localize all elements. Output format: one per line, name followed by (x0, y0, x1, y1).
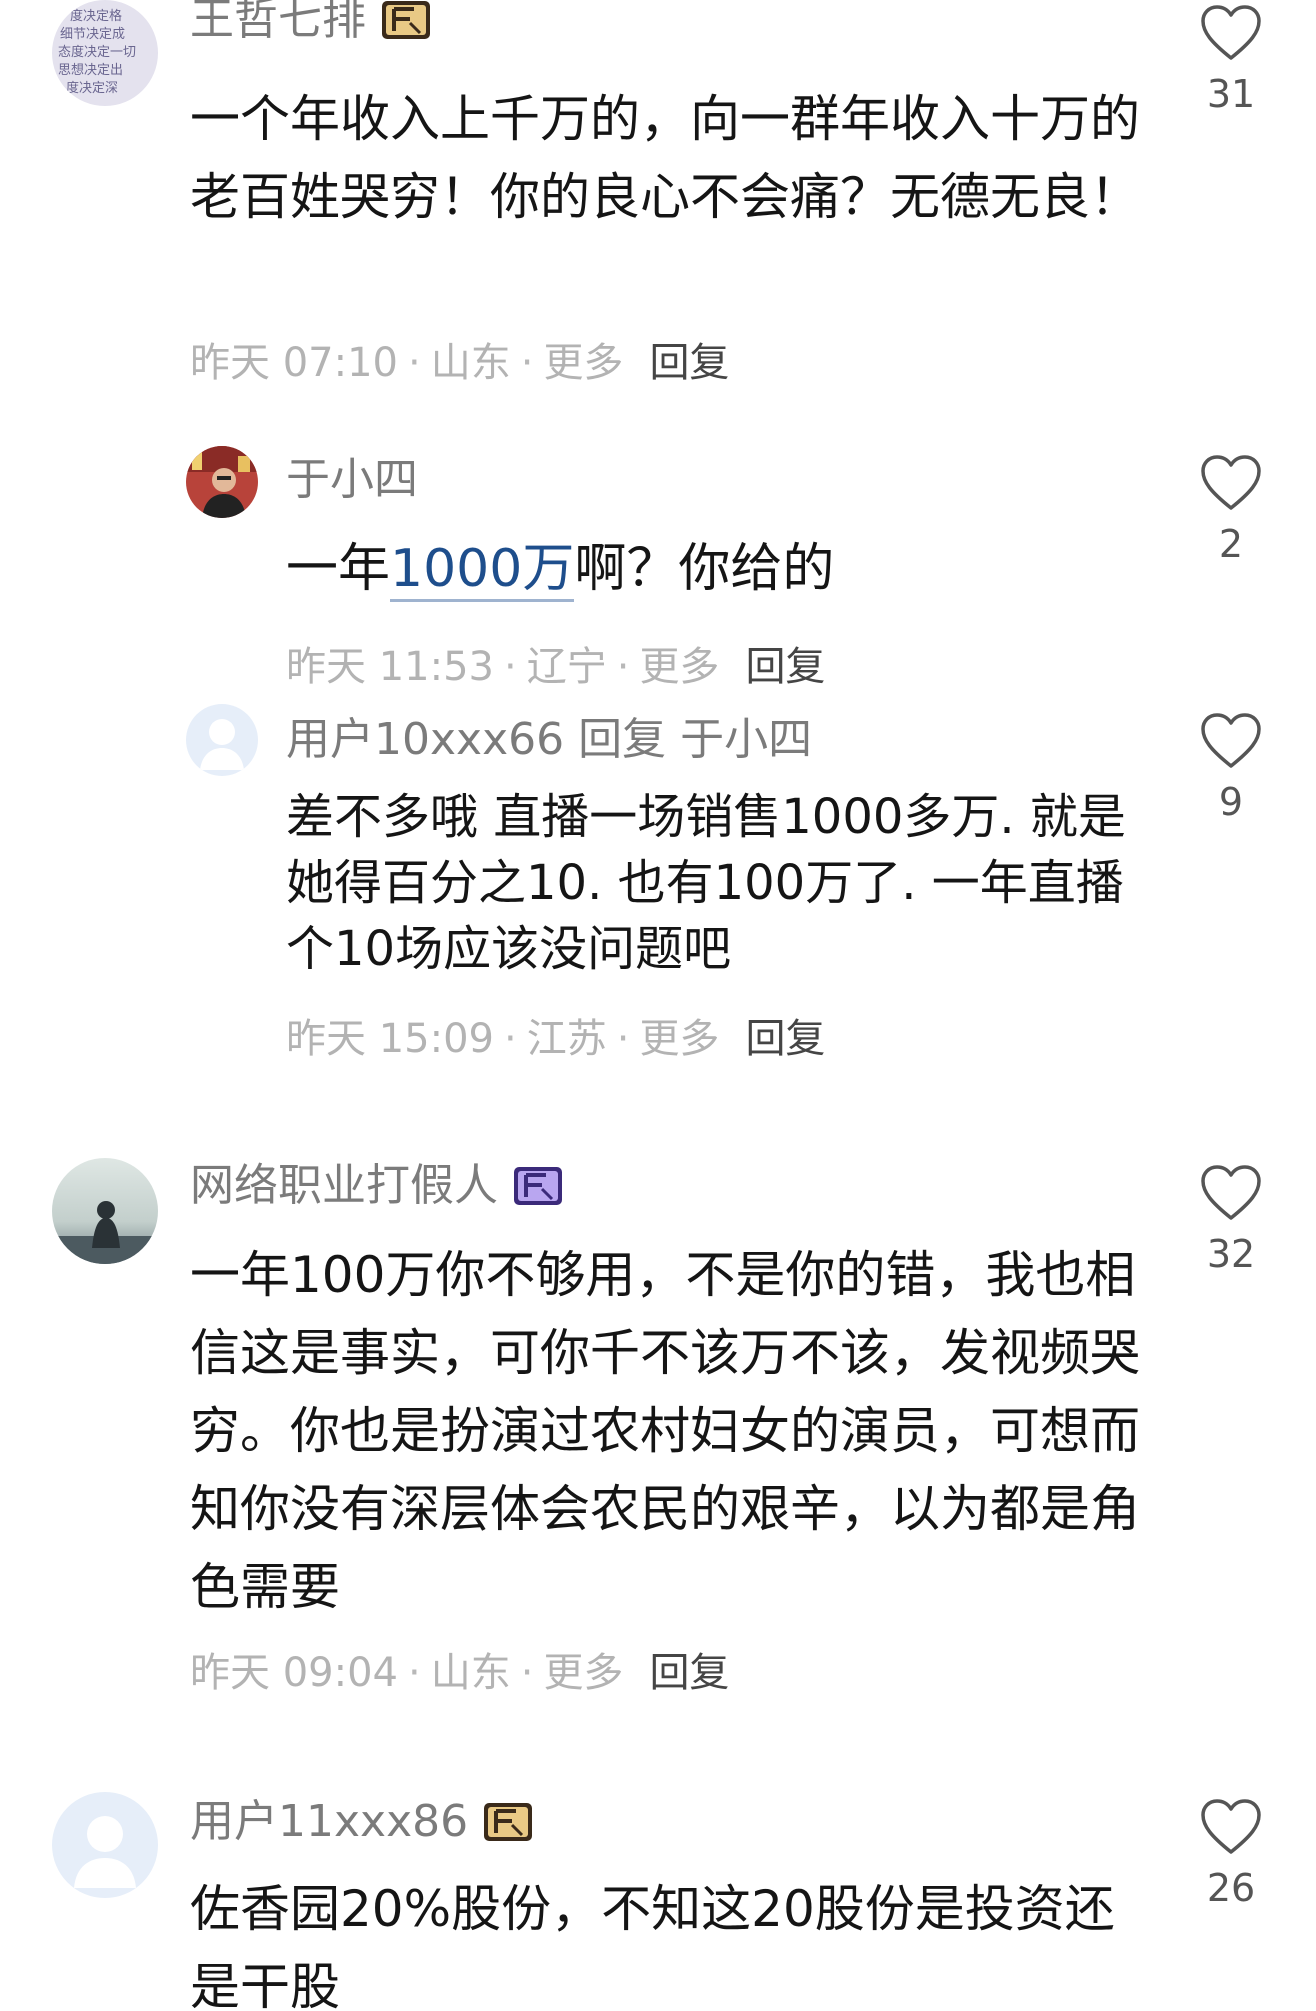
svg-text:度决定深: 度决定深 (66, 80, 118, 96)
username[interactable]: 王哲七排 (190, 0, 366, 48)
like-button[interactable]: 31 (1171, 4, 1291, 118)
heart-outline-icon (1201, 1165, 1261, 1220)
comment-text: 佐香园20%股份，不知这20股份是投资还是干股 (190, 1880, 1115, 2011)
comment-meta: 昨天 09:04 · 山东 · 更多 回复 (190, 1646, 729, 1700)
comment-meta: 昨天 07:10 · 山东 · 更多 回复 (190, 336, 729, 390)
comment-time: 昨天 07:10 (190, 340, 398, 386)
comment-location: 山东 (430, 1650, 511, 1696)
like-button[interactable]: 32 (1171, 1164, 1291, 1278)
svg-text:度决定格: 度决定格 (70, 8, 122, 24)
avatar[interactable]: 度决定格 细节决定成 态度决定一切 思想决定出 度决定深 (52, 0, 158, 106)
username[interactable]: 网络职业打假人 (190, 1158, 498, 1214)
separator: · (616, 1016, 630, 1062)
reply-meta: 昨天 15:09 · 江苏 · 更多 回复 (286, 1012, 825, 1066)
heart-outline-icon (1201, 455, 1261, 510)
reply-target-username[interactable]: 于小四 (680, 712, 812, 768)
like-count: 31 (1206, 72, 1256, 116)
amount-link[interactable]: 1000万 (390, 539, 575, 602)
reply-meta: 昨天 11:53 · 辽宁 · 更多 回复 (286, 640, 825, 694)
separator: · (616, 644, 630, 690)
heart-outline-icon (1201, 1799, 1261, 1854)
reply-to-label: 回复 (578, 714, 667, 765)
heart-outline-icon (1201, 5, 1261, 60)
like-count: 26 (1206, 1866, 1256, 1910)
separator: · (520, 1650, 534, 1696)
more-button[interactable]: 更多 (543, 1646, 623, 1700)
scroll-badge-icon (380, 0, 432, 43)
separator: · (408, 1650, 421, 1696)
separator: · (504, 644, 517, 690)
reply-button[interactable]: 回复 (745, 1012, 825, 1066)
like-button[interactable]: 26 (1171, 1798, 1291, 1912)
more-button[interactable]: 更多 (543, 336, 623, 390)
svg-text:思想决定出: 思想决定出 (58, 62, 123, 78)
scroll-badge-icon (482, 1799, 534, 1845)
separator: · (408, 340, 421, 386)
more-button[interactable]: 更多 (639, 640, 719, 694)
comment-time: 昨天 09:04 (190, 1650, 398, 1696)
reply-text-after: 啊？你给的 (574, 539, 835, 599)
comment-location: 山东 (430, 340, 511, 386)
separator: · (504, 1016, 517, 1062)
like-count: 32 (1206, 1232, 1256, 1276)
like-button[interactable]: 9 (1171, 712, 1291, 826)
svg-text:细节决定成: 细节决定成 (60, 27, 125, 42)
reply-time: 昨天 11:53 (286, 644, 494, 690)
reply-text: 差不多哦 直播一场销售1000多万. 就是她得百分之10. 也有100万了. 一… (286, 789, 1126, 977)
reply-location: 辽宁 (526, 644, 607, 690)
avatar[interactable] (186, 704, 258, 776)
avatar[interactable] (186, 446, 258, 518)
reply-location: 江苏 (526, 1016, 607, 1062)
more-button[interactable]: 更多 (639, 1012, 719, 1066)
svg-text:态度决定一切: 态度决定一切 (58, 44, 136, 60)
username[interactable]: 于小四 (286, 452, 418, 508)
like-count: 9 (1218, 780, 1244, 824)
reply-text: 一年1000万啊？你给的 (286, 534, 1166, 604)
comment-text: 一个年收入上千万的，向一群年收入十万的老百姓哭穷！你的良心不会痛？无德无良！ (190, 90, 1140, 226)
reply-button[interactable]: 回复 (745, 640, 825, 694)
separator: · (520, 340, 534, 386)
comment-text: 一年100万你不够用，不是你的错，我也相信这是事实，可你千不该万不该，发视频哭穷… (190, 1246, 1140, 1616)
reply-text-before: 一年 (286, 539, 391, 599)
avatar[interactable] (52, 1158, 158, 1264)
like-button[interactable]: 2 (1171, 454, 1291, 568)
reply-time: 昨天 15:09 (286, 1016, 494, 1062)
username[interactable]: 用户10xxx66 (286, 712, 564, 768)
avatar[interactable] (52, 1792, 158, 1898)
reply-button[interactable]: 回复 (649, 1646, 729, 1700)
scroll-badge-icon (512, 1163, 564, 1209)
reply-button[interactable]: 回复 (649, 336, 729, 390)
heart-outline-icon (1201, 713, 1261, 768)
username[interactable]: 用户11xxx86 (190, 1794, 468, 1850)
like-count: 2 (1218, 522, 1244, 566)
